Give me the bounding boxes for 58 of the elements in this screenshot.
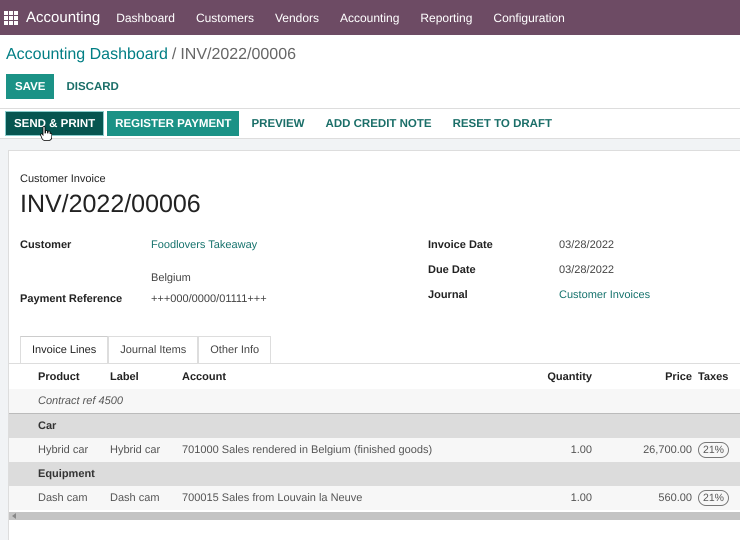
address-text: Belgium	[151, 272, 192, 284]
note-row-text: Contract ref 4500	[37, 395, 123, 407]
section-row-text: Car	[37, 420, 56, 432]
table-cell-text: 26,700.00	[642, 444, 692, 456]
hand-cursor-icon	[40, 126, 52, 141]
apps-menu-icon[interactable]	[4, 10, 18, 24]
breadcrumb-current: INV/2022/00006	[180, 46, 296, 65]
save-button[interactable]: SAVE	[6, 74, 54, 99]
section-row-text: Equipment	[37, 468, 95, 480]
document-type-label: Customer Invoice	[19, 172, 107, 185]
field-label: Invoice Date	[428, 239, 494, 253]
table-cell-text: Dash cam	[110, 492, 161, 504]
app-title[interactable]: Accounting	[26, 9, 100, 26]
action-button[interactable]: REGISTER PAYMENT	[107, 111, 240, 136]
action-button[interactable]: ADD CREDIT NOTE	[316, 111, 441, 136]
table-cell-text: 700015 Sales from Louvain la Neuve	[182, 492, 364, 504]
nav-menu-item[interactable]: Reporting	[420, 10, 472, 24]
column-header[interactable]: Quantity	[482, 370, 592, 382]
action-button[interactable]: PREVIEW	[242, 111, 314, 136]
field-value: 03/28/2022	[559, 239, 614, 253]
nav-menu-item[interactable]: Vendors	[274, 10, 319, 24]
invoice-number: INV/2022/00006	[19, 189, 202, 219]
table-cell-text: Dash cam	[37, 492, 89, 504]
table-cell-text: 1.00	[570, 492, 592, 504]
field-value: 03/28/2022	[559, 264, 614, 278]
tax-tag: 21%	[698, 442, 730, 458]
discard-button[interactable]: DISCARD	[58, 74, 127, 99]
nav-menu-item[interactable]: Configuration	[493, 10, 565, 24]
nav-menu-item[interactable]: Dashboard	[116, 10, 175, 24]
tab[interactable]: Invoice Lines	[20, 336, 108, 363]
column-header[interactable]: Label	[110, 370, 182, 382]
breadcrumb-link[interactable]: Accounting Dashboard	[6, 46, 168, 68]
action-button[interactable]: SEND & PRINT	[5, 111, 104, 136]
breadcrumb-separator: /	[172, 46, 176, 65]
table-cell-text: 1.00	[570, 444, 592, 456]
scroll-left-icon[interactable]	[12, 513, 16, 519]
action-button[interactable]: RESET TO DRAFT	[444, 111, 562, 136]
nav-menu-item[interactable]: Customers	[196, 10, 254, 24]
field-value[interactable]: Foodlovers Takeaway	[151, 239, 258, 251]
tax-tag: 21%	[698, 490, 730, 506]
field-label: Customer	[20, 239, 72, 253]
nav-menu-item[interactable]: Accounting	[340, 10, 400, 24]
column-header[interactable]: Taxes	[692, 370, 740, 382]
column-header[interactable]: Product	[9, 370, 110, 382]
tab[interactable]: Other Info	[198, 336, 272, 363]
table-cell-text: 560.00	[657, 492, 692, 504]
table-cell-text: Hybrid car	[37, 444, 90, 456]
field-label: Journal	[428, 289, 469, 303]
table-cell-text: 701000 Sales rendered in Belgium (finished goods)	[182, 444, 434, 456]
field-label: Due Date	[428, 264, 477, 278]
field-value[interactable]: Customer Invoices	[559, 289, 650, 305]
table-cell-text: Hybrid car	[110, 444, 162, 456]
horizontal-scrollbar[interactable]	[9, 512, 740, 520]
column-header[interactable]: Price	[592, 370, 692, 382]
column-header[interactable]: Account	[182, 370, 482, 382]
tab[interactable]: Journal Items	[108, 336, 198, 363]
field-label: Payment Reference	[20, 293, 124, 307]
field-value: +++000/0000/01111+++	[151, 293, 267, 305]
